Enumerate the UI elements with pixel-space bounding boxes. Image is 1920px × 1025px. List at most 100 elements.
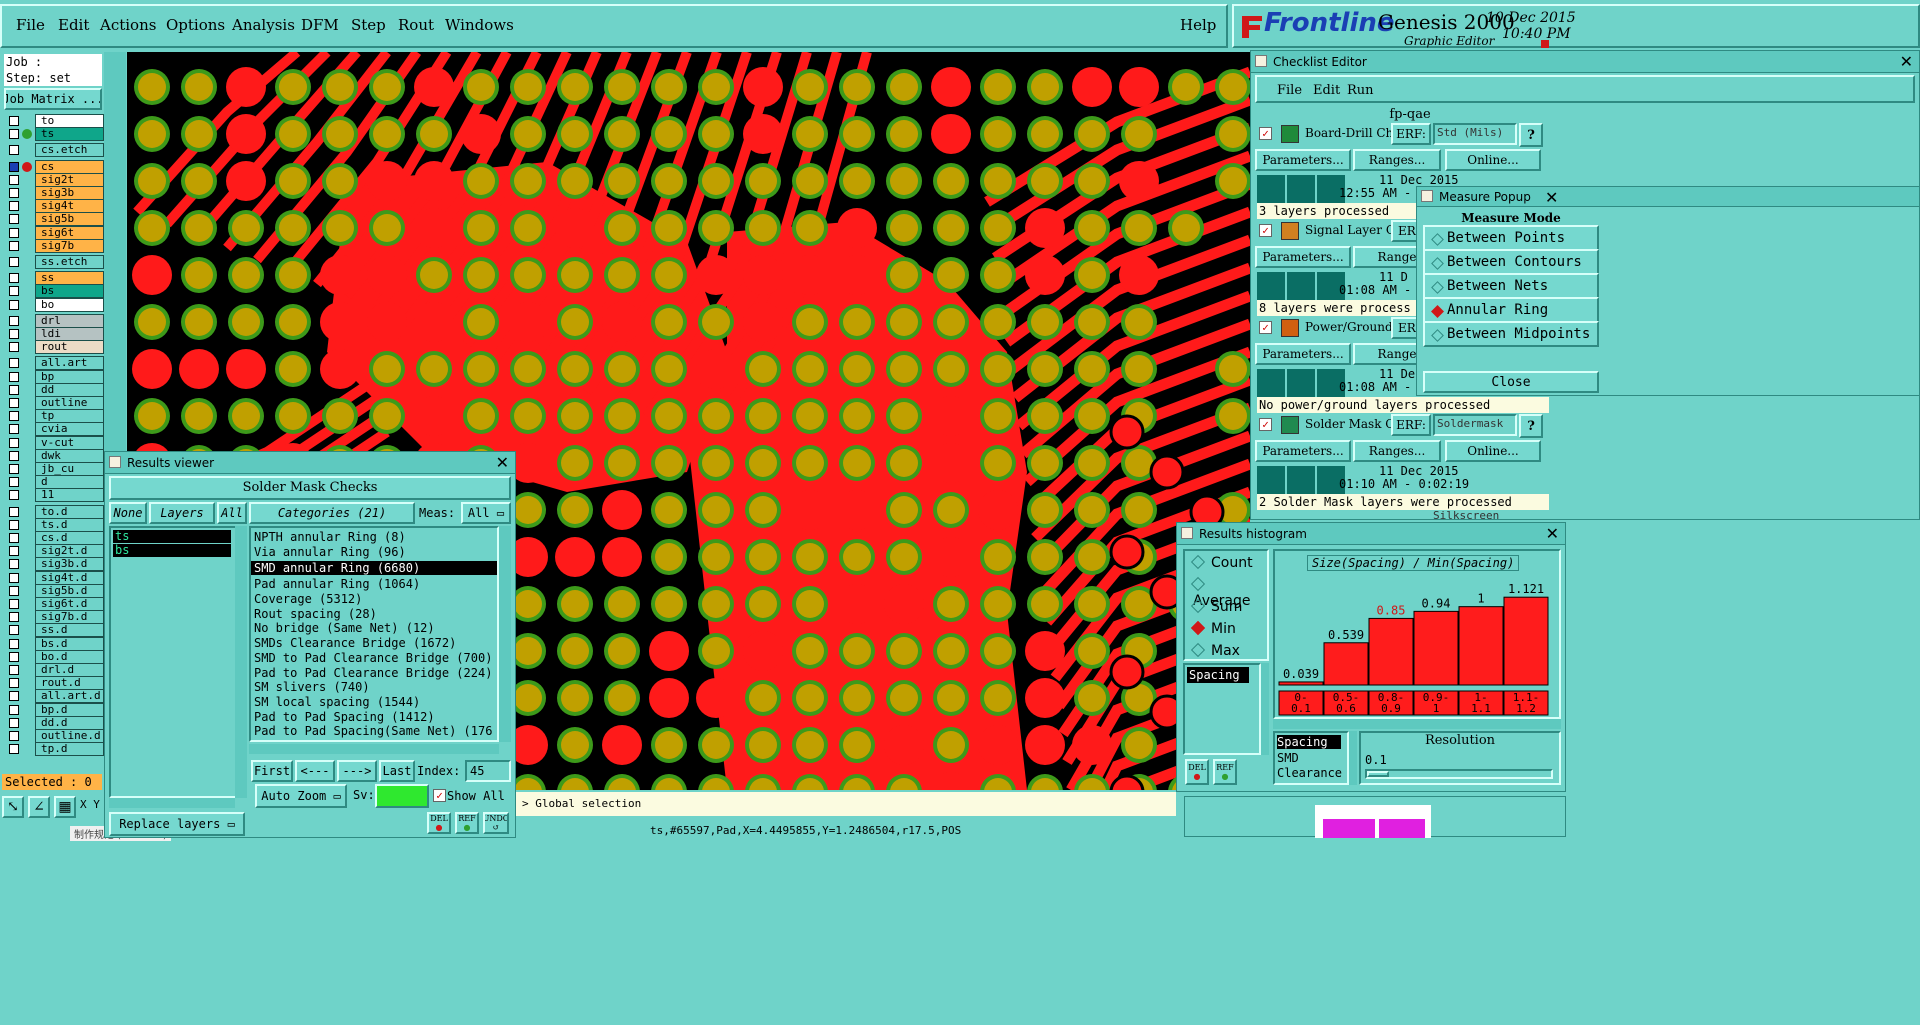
layer-name[interactable]: sig2t.d xyxy=(35,544,104,559)
layer-row-sig5b.d[interactable]: sig5b.d xyxy=(8,583,104,598)
layer-row-rout[interactable]: rout xyxy=(8,340,104,355)
layer-row-bs.d[interactable]: bs.d xyxy=(8,636,104,651)
layer-name[interactable]: v-cut xyxy=(35,435,104,450)
layer-checkbox[interactable] xyxy=(9,286,19,297)
layer-list-hscroll[interactable] xyxy=(109,798,235,808)
check-enable-checkbox[interactable]: ✓ xyxy=(1259,224,1272,237)
layer-name[interactable]: all.art xyxy=(35,356,104,371)
category-item[interactable]: Pad to Pad Spacing (1412) xyxy=(251,710,497,725)
layer-checkbox[interactable] xyxy=(9,161,19,172)
ref-button[interactable]: REF ● xyxy=(455,812,479,834)
layer-checkbox[interactable] xyxy=(9,145,19,156)
layer-name[interactable]: bs.d xyxy=(35,636,104,651)
window-menu-icon[interactable] xyxy=(1421,190,1433,202)
layer-name[interactable]: cvia xyxy=(35,422,104,437)
layer-row-d[interactable]: d xyxy=(8,475,104,490)
window-menu-icon[interactable] xyxy=(1181,527,1193,539)
layer-checkbox[interactable] xyxy=(9,717,19,728)
help-button[interactable]: ? xyxy=(1519,123,1543,147)
layer-name[interactable]: dwk xyxy=(35,448,104,463)
checklist-titlebar[interactable]: Checklist Editor ✕ xyxy=(1251,51,1919,73)
none-button[interactable]: None xyxy=(109,502,147,524)
layer-checkbox[interactable] xyxy=(9,214,19,225)
run-step-icon[interactable] xyxy=(1287,369,1315,397)
histogram-hscroll[interactable] xyxy=(1273,719,1561,729)
erf-value[interactable]: Soldermask xyxy=(1433,414,1517,436)
layer-result-item[interactable]: bs xyxy=(113,544,231,557)
layer-name[interactable]: dd.d xyxy=(35,715,104,730)
layer-name[interactable]: drl.d xyxy=(35,663,104,677)
layer-name[interactable]: d xyxy=(35,475,104,490)
layers-button[interactable]: Layers xyxy=(149,502,215,524)
layer-row-sig2t.d[interactable]: sig2t.d xyxy=(8,544,104,559)
layer-name[interactable]: all.art.d xyxy=(35,689,104,704)
menu-file[interactable]: File xyxy=(16,0,45,50)
run-step-icon[interactable] xyxy=(1287,466,1315,494)
next-button[interactable]: ---> xyxy=(337,760,377,782)
check-enable-checkbox[interactable]: ✓ xyxy=(1259,418,1272,431)
layer-name[interactable]: sig3b.d xyxy=(35,557,104,572)
layer-row-jb_cu[interactable]: jb_cu xyxy=(8,462,104,476)
layer-checkbox[interactable] xyxy=(9,424,19,435)
layer-row-cs.etch[interactable]: cs.etch xyxy=(8,143,104,158)
ranges-button[interactable]: Ranges... xyxy=(1353,440,1441,462)
erf-button[interactable]: ERF: xyxy=(1391,123,1431,145)
layer-row-dwk[interactable]: dwk xyxy=(8,448,104,463)
category-item[interactable]: Pad to Pad Spacing(Same Net) (176 xyxy=(251,724,497,739)
layer-checkbox[interactable] xyxy=(9,625,19,636)
lower-item-clearance[interactable]: Clearance xyxy=(1277,766,1342,780)
run-icon[interactable] xyxy=(1257,272,1285,300)
layer-row-bo[interactable]: bo xyxy=(8,297,104,312)
layer-row-ldi[interactable]: ldi xyxy=(8,327,104,341)
window-menu-icon[interactable] xyxy=(1255,55,1267,67)
category-item[interactable]: Pad annular Ring (1064) xyxy=(251,577,497,592)
histogram-bar[interactable] xyxy=(1368,617,1414,686)
grid-tool-button[interactable]: ▦ xyxy=(54,796,76,818)
category-item[interactable]: SMD to Pad Clearance Bridge (700) xyxy=(251,651,497,666)
layer-row-to[interactable]: to xyxy=(8,114,104,128)
layer-row-outline.d[interactable]: outline.d xyxy=(8,729,104,743)
layer-row-cs.d[interactable]: cs.d xyxy=(8,531,104,545)
layer-checkbox[interactable] xyxy=(9,371,19,382)
layer-name[interactable]: tp.d xyxy=(35,742,104,757)
layer-row-ss.d[interactable]: ss.d xyxy=(8,623,104,638)
close-icon[interactable]: ✕ xyxy=(1900,52,1913,71)
layer-row-all.art[interactable]: all.art xyxy=(8,356,104,371)
results-viewer-titlebar[interactable]: Results viewer ✕ xyxy=(105,452,515,474)
layer-checkbox[interactable] xyxy=(9,678,19,689)
last-button[interactable]: Last xyxy=(379,760,415,782)
close-icon[interactable]: ✕ xyxy=(496,453,509,472)
layer-name[interactable]: sig7b.d xyxy=(35,610,104,625)
layer-name[interactable]: ts.d xyxy=(35,517,104,532)
menu-edit[interactable]: Edit xyxy=(58,0,89,50)
run-icon[interactable] xyxy=(1257,466,1285,494)
replace-layers-button[interactable]: Replace layers ▭ xyxy=(109,812,245,836)
layer-name[interactable]: bo xyxy=(35,297,104,312)
layer-row-sig2t[interactable]: sig2t xyxy=(8,172,104,187)
layer-row-sig7b[interactable]: sig7b xyxy=(8,238,104,253)
layer-results-list[interactable]: ts bs xyxy=(109,526,237,798)
prev-button[interactable]: <--- xyxy=(295,760,335,782)
check-enable-checkbox[interactable]: ✓ xyxy=(1259,321,1272,334)
layer-row-tp[interactable]: tp xyxy=(8,409,104,424)
layer-row-cvia[interactable]: cvia xyxy=(8,422,104,437)
run-step-icon[interactable] xyxy=(1287,272,1315,300)
layer-row-to.d[interactable]: to.d xyxy=(8,504,104,519)
measure-mode-between-contours[interactable]: Between Contours xyxy=(1423,249,1599,275)
layer-name[interactable]: ldi xyxy=(35,327,104,341)
histogram-bar[interactable] xyxy=(1323,642,1369,686)
layer-row-v-cut[interactable]: v-cut xyxy=(8,435,104,450)
layer-checkbox[interactable] xyxy=(9,546,19,557)
menu-rout[interactable]: Rout xyxy=(398,0,434,50)
layer-name[interactable]: sig5b xyxy=(35,212,104,227)
category-item[interactable]: Coverage (5312) xyxy=(251,592,497,607)
layer-row-sig7b.d[interactable]: sig7b.d xyxy=(8,610,104,625)
layer-row-sig4t[interactable]: sig4t xyxy=(8,199,104,214)
category-list[interactable]: NPTH annular Ring (8) Via annular Ring (9… xyxy=(249,526,499,742)
layer-name[interactable]: sig3b xyxy=(35,186,104,200)
all-button[interactable]: All xyxy=(217,502,247,524)
measure-close-button[interactable]: Close xyxy=(1423,371,1599,393)
menu-help[interactable]: Help xyxy=(1180,0,1216,50)
layer-checkbox[interactable] xyxy=(9,585,19,596)
category-item[interactable]: SMD annular Ring (6680) xyxy=(251,561,497,576)
